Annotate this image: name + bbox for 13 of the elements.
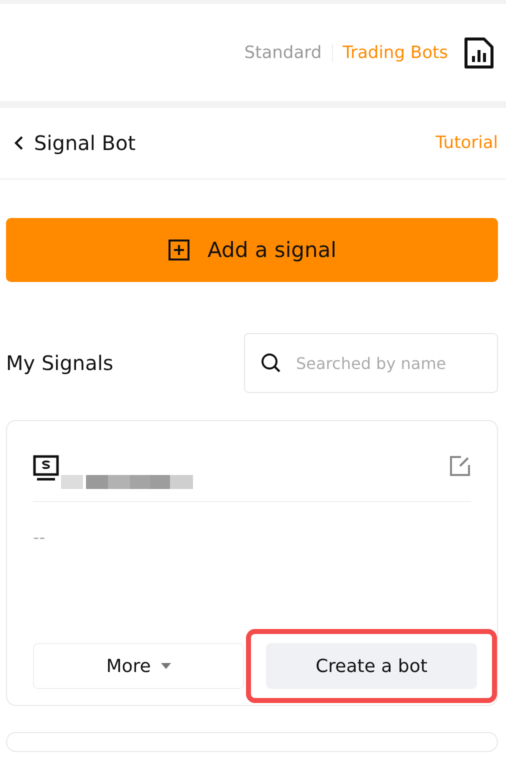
signal-description: -- (33, 528, 46, 548)
edit-icon[interactable] (449, 455, 471, 477)
monitor-icon (33, 455, 59, 483)
report-icon[interactable] (464, 36, 494, 68)
plus-square-icon (168, 239, 190, 261)
caret-icon (160, 663, 171, 669)
back-icon[interactable] (14, 135, 24, 151)
section-title: My Signals (6, 351, 114, 375)
page-title: Signal Bot (34, 131, 136, 155)
create-bot-button[interactable]: Create a bot (266, 643, 477, 689)
more-button[interactable]: More (33, 643, 244, 689)
add-signal-button[interactable]: Add a signal (6, 218, 498, 282)
search-field[interactable]: Searched by name (244, 333, 498, 393)
